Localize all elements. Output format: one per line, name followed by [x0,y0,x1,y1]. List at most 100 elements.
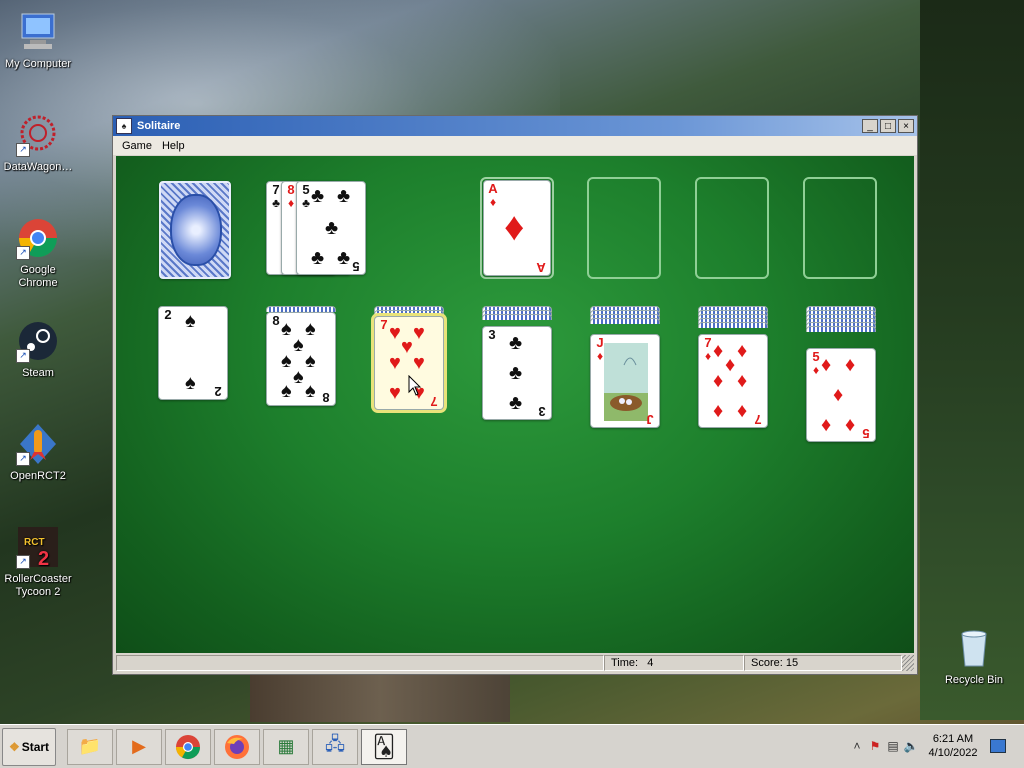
taskbar-taskmgr-button[interactable]: ▦ [263,728,309,765]
taskbar-media-button[interactable]: ▶ [116,728,162,765]
desktop-icon-chrome[interactable]: ↗ Google Chrome [0,216,76,290]
tableau-6-top-card[interactable]: 7 ♦ ♦ ♦ ♦ ♦ ♦ ♦ ♦ 7 [698,334,768,428]
desktop-icon-recycle-bin[interactable]: Recycle Bin [936,626,1012,687]
taskbar-solitaire-button[interactable]: 🂡 [361,728,407,765]
task-manager-icon: ▦ [277,736,295,756]
shortcut-arrow-icon: ↗ [16,349,30,363]
card-rank-bottom: 2 [214,384,222,399]
time-value: 4 [647,657,654,669]
menu-help[interactable]: Help [157,140,190,152]
start-button[interactable]: ❖ Start [2,727,56,766]
tableau-4-top-card[interactable]: 3 ♣ ♣ ♣ 3 [482,326,552,420]
title-bar[interactable]: ♠ Solitaire _ □ × [113,116,917,136]
media-player-icon: ▶ [132,736,146,756]
rct2-icon: RCT 2 ↗ [16,525,60,570]
card-pip: ♥ [389,352,401,374]
tableau-5-top-card[interactable]: J ♦ J [590,334,660,428]
network-status-icon[interactable]: ▤ [884,739,902,753]
desktop-icon-steam[interactable]: ↗ Steam [0,319,76,380]
minimize-button[interactable]: _ [862,119,878,133]
score-display: Score: 15 [744,655,902,671]
start-label: Start [21,739,50,754]
card-pip: ♦ [737,370,748,392]
hidden-card-edge [590,318,660,324]
foundation-2[interactable] [587,177,661,279]
show-desktop-icon[interactable] [990,739,1006,753]
timer-display: Time: 4 [604,655,744,671]
foundation-1[interactable]: A ♦ ♦ A [480,177,554,279]
foundation-4[interactable] [803,177,877,279]
tableau-7-top-card[interactable]: 5 ♦ ♦ ♦ ♦ ♦ ♦ 5 [806,348,876,442]
score-value: 15 [785,657,799,669]
waste-top-card[interactable]: 5 ♣ ♣ ♣ ♣ ♣ ♣ 5 [296,181,366,275]
desktop-icon-datawagon[interactable]: ↗ DataWagon… [0,113,76,174]
foundation-card[interactable]: A ♦ ♦ A [483,180,551,276]
card-pip: ♦ [737,400,748,422]
solitaire-icon: 🂡 [372,733,396,759]
card-pip: ♦ [821,354,832,376]
computer-icon [16,10,60,54]
taskbar-network-button[interactable]: 🖧 [312,728,358,765]
clock[interactable]: 6:21 AM 4/10/2022 [920,732,986,760]
shortcut-arrow-icon: ↗ [16,555,30,569]
card-pip: ♦ [713,400,724,422]
chevron-up-icon[interactable]: ˄ [848,739,866,753]
card-rank-bottom: 7 [754,412,762,427]
card-rank: 2 [164,307,172,322]
close-button[interactable]: × [898,119,914,133]
mouse-cursor-icon [408,375,422,396]
desktop-icon-openrct2[interactable]: ↗ OpenRCT2 [0,422,76,483]
wallpaper-forest [920,0,1024,720]
game-board[interactable]: 7 ♣ 8 ♦ 5 ♣ ♣ ♣ ♣ ♣ ♣ 5 A ♦ ♦ A 2 ♠ ♠ 2 … [116,156,914,653]
card-pip: ♦ [504,205,525,249]
desktop-icon-my-computer[interactable]: My Computer [0,10,76,71]
card-pip: ♥ [413,352,425,374]
clock-time: 6:21 AM [932,733,974,745]
flag-alert-icon[interactable]: ⚑ [866,739,884,753]
desktop-icon-label: Google Chrome [18,264,58,289]
desktop-icon-label: My Computer [4,58,72,70]
shortcut-arrow-icon: ↗ [16,246,30,260]
solitaire-window[interactable]: ♠ Solitaire _ □ × Game Help 7 ♣ 8 ♦ 5 ♣ ♣ ♣… [112,115,918,675]
desktop-icon-rollercoaster-tycoon-2[interactable]: RCT 2 ↗ RollerCoaster Tycoon 2 [0,525,76,599]
volume-icon[interactable]: 🔈 [902,739,920,753]
window-title: Solitaire [137,120,181,132]
chrome-icon: ↗ [16,216,60,260]
menu-game[interactable]: Game [117,140,157,152]
card-pip: ♠ [281,350,292,372]
stock-pile[interactable] [159,181,231,279]
taskbar-explorer-button[interactable]: 📁 [67,728,113,765]
taskbar-chrome-button[interactable] [165,728,211,765]
taskbar: ❖ Start 📁 ▶ ▦ 🖧 🂡 ˄ ⚑ ▤ 🔈 6:21 AM 4/10/2… [0,724,1024,768]
card-rank-bottom: 5 [352,259,360,274]
taskbar-firefox-button[interactable] [214,728,260,765]
hidden-card-edge [698,322,768,328]
card-pip: ♦ [713,340,724,362]
card-pip: ♣ [337,247,351,269]
rocket-icon: ↗ [16,422,60,466]
menu-bar: Game Help [113,136,917,155]
shortcut-arrow-icon: ↗ [16,452,30,466]
card-pip: ♣ [509,362,523,384]
card-pip: ♠ [293,334,304,356]
recycle-bin-icon [952,626,996,670]
tableau-2-top-card[interactable]: 8 ♠ ♠ ♠ ♠ ♠ ♠ ♠ ♠ 8 [266,312,336,406]
card-pip: ♠ [281,318,292,340]
resize-grip-icon[interactable] [902,655,914,671]
card-rank-bottom: A [536,260,546,275]
card-pip: ♥ [389,322,401,344]
foundation-3[interactable] [695,177,769,279]
tableau-1-top-card[interactable]: 2 ♠ ♠ 2 [158,306,228,400]
card-rank-bottom: 5 [862,426,870,441]
jack-artwork [604,343,648,421]
desktop-icon-label: Recycle Bin [944,674,1004,686]
datawagon-icon: ↗ [16,113,60,157]
card-pip: ♠ [185,310,196,332]
hidden-card-edge [482,314,552,320]
card-pip: ♦ [713,370,724,392]
shortcut-arrow-icon: ↗ [16,143,30,157]
maximize-button[interactable]: □ [880,119,896,133]
card-pip: ♦ [845,414,856,436]
card-pip: ♦ [725,354,736,376]
hidden-card-edge [806,326,876,332]
